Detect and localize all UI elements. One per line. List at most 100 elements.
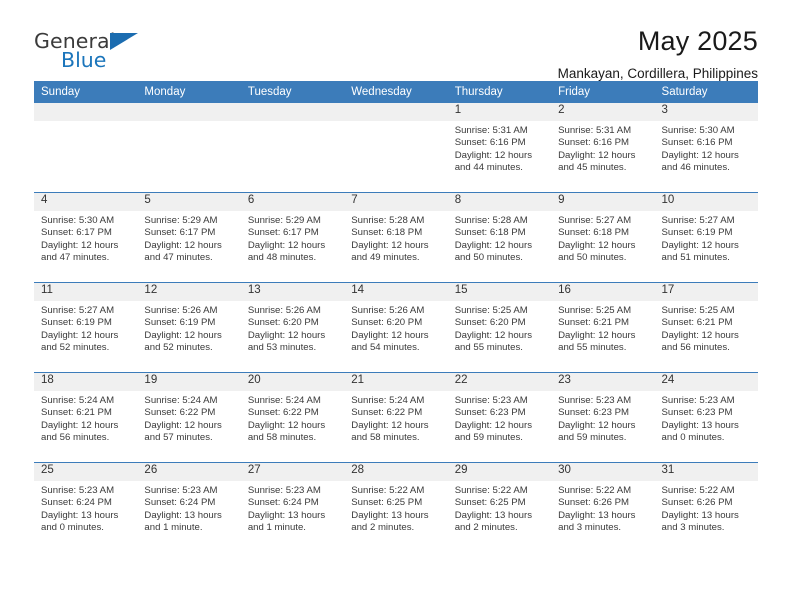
day-number: 29 xyxy=(447,463,552,481)
calendar-cell[interactable]: 31 Sunrise: 5:22 AM Sunset: 6:26 PM Dayligh… xyxy=(654,462,758,552)
calendar-cell[interactable] xyxy=(240,103,345,193)
day-cell[interactable]: 5 Sunrise: 5:29 AM Sunset: 6:17 PM Daylight… xyxy=(137,193,241,282)
weekday-header-sunday: Sunday xyxy=(34,81,138,103)
calendar-cell[interactable] xyxy=(34,103,138,193)
calendar-cell[interactable]: 10 Sunrise: 5:27 AM Sunset: 6:19 PM Dayligh… xyxy=(654,192,758,283)
day-cell[interactable]: 22 Sunrise: 5:23 AM Sunset: 6:23 PM Dayligh… xyxy=(447,373,552,462)
day-cell[interactable]: 9 Sunrise: 5:27 AM Sunset: 6:18 PM Daylight… xyxy=(551,193,655,282)
calendar-cell[interactable]: 12 Sunrise: 5:26 AM Sunset: 6:19 PM Dayligh… xyxy=(137,282,241,373)
daylight-text-line2: and 58 minutes. xyxy=(247,432,317,444)
day-cell[interactable]: 6 Sunrise: 5:29 AM Sunset: 6:17 PM Daylight… xyxy=(240,193,345,282)
day-cell-empty xyxy=(344,103,448,192)
day-number: 27 xyxy=(240,463,345,481)
calendar-cell[interactable]: 7 Sunrise: 5:28 AM Sunset: 6:18 PM Daylight… xyxy=(344,192,448,283)
day-details: Sunrise: 5:27 AM Sunset: 6:19 PM Daylight:… xyxy=(655,211,758,265)
calendar-cell[interactable]: 2 Sunrise: 5:31 AM Sunset: 6:16 PM Daylight… xyxy=(551,103,655,193)
sunrise-text: Sunrise: 5:29 AM xyxy=(247,215,321,226)
sunset-text: Sunset: 6:21 PM xyxy=(558,317,630,329)
day-cell[interactable]: 17 Sunrise: 5:25 AM Sunset: 6:21 PM Dayligh… xyxy=(654,283,758,372)
day-cell[interactable]: 14 Sunrise: 5:26 AM Sunset: 6:20 PM Dayligh… xyxy=(344,283,448,372)
day-number: 31 xyxy=(654,463,758,481)
daylight-text-line1: Daylight: 13 hours xyxy=(661,419,739,431)
sunset-text: Sunset: 6:17 PM xyxy=(247,227,319,239)
sunset-text: Sunset: 6:26 PM xyxy=(661,497,733,509)
calendar-cell[interactable]: 5 Sunrise: 5:29 AM Sunset: 6:17 PM Daylight… xyxy=(137,192,241,283)
month-calendar: Sunday Monday Tuesday Wednesday Thursday… xyxy=(34,81,758,552)
daylight-text-line1: Daylight: 12 hours xyxy=(454,329,533,341)
calendar-cell[interactable]: 19 Sunrise: 5:24 AM Sunset: 6:22 PM Dayligh… xyxy=(137,372,241,463)
day-cell[interactable]: 27 Sunrise: 5:23 AM Sunset: 6:24 PM Dayligh… xyxy=(240,463,345,552)
day-cell[interactable]: 28 Sunrise: 5:22 AM Sunset: 6:25 PM Dayligh… xyxy=(344,463,448,552)
day-details: Sunrise: 5:26 AM Sunset: 6:19 PM Daylight:… xyxy=(137,301,240,355)
day-cell[interactable]: 31 Sunrise: 5:22 AM Sunset: 6:26 PM Dayligh… xyxy=(654,463,758,552)
calendar-cell[interactable]: 29 Sunrise: 5:22 AM Sunset: 6:25 PM Dayligh… xyxy=(447,462,552,552)
sunset-text: Sunset: 6:21 PM xyxy=(41,407,112,419)
day-cell[interactable]: 21 Sunrise: 5:24 AM Sunset: 6:22 PM Dayligh… xyxy=(344,373,448,462)
calendar-cell[interactable]: 23 Sunrise: 5:23 AM Sunset: 6:23 PM Dayligh… xyxy=(551,372,655,463)
day-details: Sunrise: 5:29 AM Sunset: 6:17 PM Daylight:… xyxy=(137,211,240,265)
sunset-text: Sunset: 6:23 PM xyxy=(661,407,733,419)
day-cell[interactable]: 13 Sunrise: 5:26 AM Sunset: 6:20 PM Dayligh… xyxy=(240,283,345,372)
day-details: Sunrise: 5:23 AM Sunset: 6:23 PM Daylight:… xyxy=(655,391,758,445)
daylight-text-line2: and 3 minutes. xyxy=(558,522,622,534)
day-cell[interactable]: 25 Sunrise: 5:23 AM Sunset: 6:24 PM Dayligh… xyxy=(34,463,138,552)
day-cell[interactable]: 1 Sunrise: 5:31 AM Sunset: 6:16 PM Daylight… xyxy=(447,103,552,192)
sunrise-text: Sunrise: 5:23 AM xyxy=(454,395,528,406)
daylight-text-line2: and 45 minutes. xyxy=(558,162,627,174)
calendar-cell[interactable]: 13 Sunrise: 5:26 AM Sunset: 6:20 PM Dayligh… xyxy=(240,282,345,373)
calendar-cell[interactable]: 21 Sunrise: 5:24 AM Sunset: 6:22 PM Dayligh… xyxy=(344,372,448,463)
day-cell[interactable]: 19 Sunrise: 5:24 AM Sunset: 6:22 PM Dayligh… xyxy=(137,373,241,462)
calendar-cell[interactable]: 22 Sunrise: 5:23 AM Sunset: 6:23 PM Dayligh… xyxy=(447,372,552,463)
calendar-cell[interactable]: 9 Sunrise: 5:27 AM Sunset: 6:18 PM Daylight… xyxy=(551,192,655,283)
day-number: 13 xyxy=(240,283,345,301)
calendar-cell[interactable]: 1 Sunrise: 5:31 AM Sunset: 6:16 PM Daylight… xyxy=(447,103,552,193)
day-number xyxy=(240,103,345,121)
calendar-cell[interactable]: 27 Sunrise: 5:23 AM Sunset: 6:24 PM Dayligh… xyxy=(240,462,345,552)
sunrise-text: Sunrise: 5:27 AM xyxy=(558,215,632,226)
day-cell[interactable]: 23 Sunrise: 5:23 AM Sunset: 6:23 PM Dayligh… xyxy=(551,373,655,462)
calendar-cell[interactable] xyxy=(344,103,448,193)
day-cell[interactable]: 11 Sunrise: 5:27 AM Sunset: 6:19 PM Dayligh… xyxy=(34,283,138,372)
day-cell[interactable]: 16 Sunrise: 5:25 AM Sunset: 6:21 PM Dayligh… xyxy=(551,283,655,372)
day-cell[interactable]: 20 Sunrise: 5:24 AM Sunset: 6:22 PM Dayligh… xyxy=(240,373,345,462)
calendar-cell[interactable]: 24 Sunrise: 5:23 AM Sunset: 6:23 PM Dayligh… xyxy=(654,372,758,463)
calendar-cell[interactable]: 8 Sunrise: 5:28 AM Sunset: 6:18 PM Daylight… xyxy=(447,192,552,283)
calendar-cell[interactable]: 11 Sunrise: 5:27 AM Sunset: 6:19 PM Dayligh… xyxy=(34,282,138,373)
day-cell[interactable]: 12 Sunrise: 5:26 AM Sunset: 6:19 PM Dayligh… xyxy=(137,283,241,372)
sunrise-text: Sunrise: 5:28 AM xyxy=(351,215,425,226)
day-cell[interactable]: 15 Sunrise: 5:25 AM Sunset: 6:20 PM Dayligh… xyxy=(447,283,552,372)
calendar-cell[interactable]: 4 Sunrise: 5:30 AM Sunset: 6:17 PM Daylight… xyxy=(34,192,138,283)
day-cell[interactable]: 29 Sunrise: 5:22 AM Sunset: 6:25 PM Dayligh… xyxy=(447,463,552,552)
daylight-text-line2: and 1 minute. xyxy=(247,522,306,534)
calendar-cell[interactable]: 17 Sunrise: 5:25 AM Sunset: 6:21 PM Dayligh… xyxy=(654,282,758,373)
day-cell[interactable]: 2 Sunrise: 5:31 AM Sunset: 6:16 PM Daylight… xyxy=(551,103,655,192)
daylight-text-line1: Daylight: 12 hours xyxy=(247,329,326,341)
calendar-cell[interactable]: 18 Sunrise: 5:24 AM Sunset: 6:21 PM Dayligh… xyxy=(34,372,138,463)
calendar-cell[interactable] xyxy=(137,103,241,193)
calendar-cell[interactable]: 30 Sunrise: 5:22 AM Sunset: 6:26 PM Dayligh… xyxy=(551,462,655,552)
calendar-cell[interactable]: 26 Sunrise: 5:23 AM Sunset: 6:24 PM Dayligh… xyxy=(137,462,241,552)
calendar-cell[interactable]: 25 Sunrise: 5:23 AM Sunset: 6:24 PM Dayligh… xyxy=(34,462,138,552)
triangle-flag-icon xyxy=(110,33,138,50)
calendar-cell[interactable]: 3 Sunrise: 5:30 AM Sunset: 6:16 PM Daylight… xyxy=(654,103,758,193)
calendar-cell[interactable]: 6 Sunrise: 5:29 AM Sunset: 6:17 PM Daylight… xyxy=(240,192,345,283)
day-cell[interactable]: 18 Sunrise: 5:24 AM Sunset: 6:21 PM Dayligh… xyxy=(34,373,138,462)
day-cell[interactable]: 7 Sunrise: 5:28 AM Sunset: 6:18 PM Daylight… xyxy=(344,193,448,282)
day-cell[interactable]: 26 Sunrise: 5:23 AM Sunset: 6:24 PM Dayligh… xyxy=(137,463,241,552)
calendar-cell[interactable]: 14 Sunrise: 5:26 AM Sunset: 6:20 PM Dayligh… xyxy=(344,282,448,373)
day-number: 30 xyxy=(551,463,655,481)
calendar-cell[interactable]: 28 Sunrise: 5:22 AM Sunset: 6:25 PM Dayligh… xyxy=(344,462,448,552)
day-cell[interactable]: 30 Sunrise: 5:22 AM Sunset: 6:26 PM Dayligh… xyxy=(551,463,655,552)
sunset-text: Sunset: 6:25 PM xyxy=(351,497,423,509)
day-cell[interactable]: 4 Sunrise: 5:30 AM Sunset: 6:17 PM Daylight… xyxy=(34,193,138,282)
calendar-cell[interactable]: 15 Sunrise: 5:25 AM Sunset: 6:20 PM Dayligh… xyxy=(447,282,552,373)
calendar-cell[interactable]: 20 Sunrise: 5:24 AM Sunset: 6:22 PM Dayligh… xyxy=(240,372,345,463)
day-number: 11 xyxy=(34,283,138,301)
day-cell[interactable]: 8 Sunrise: 5:28 AM Sunset: 6:18 PM Daylight… xyxy=(447,193,552,282)
day-cell[interactable]: 3 Sunrise: 5:30 AM Sunset: 6:16 PM Daylight… xyxy=(654,103,758,192)
calendar-cell[interactable]: 16 Sunrise: 5:25 AM Sunset: 6:21 PM Dayligh… xyxy=(551,282,655,373)
sunset-text: Sunset: 6:22 PM xyxy=(351,407,423,419)
day-cell[interactable]: 10 Sunrise: 5:27 AM Sunset: 6:19 PM Dayligh… xyxy=(654,193,758,282)
day-details: Sunrise: 5:23 AM Sunset: 6:24 PM Daylight:… xyxy=(34,481,137,535)
day-cell[interactable]: 24 Sunrise: 5:23 AM Sunset: 6:23 PM Dayligh… xyxy=(654,373,758,462)
